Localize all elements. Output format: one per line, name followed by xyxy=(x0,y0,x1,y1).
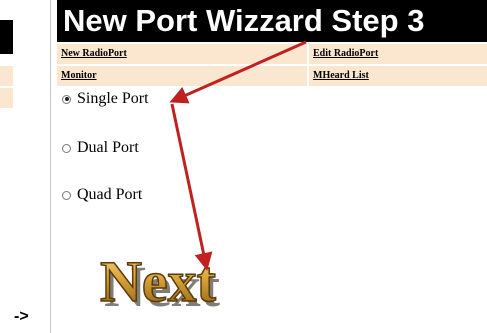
option-dual-port[interactable]: Dual Port xyxy=(62,139,139,157)
radio-single-port[interactable] xyxy=(62,94,71,104)
option-quad-port[interactable]: Quad Port xyxy=(62,186,142,204)
menu-cell: Edit RadioPort xyxy=(309,44,487,64)
frame-divider xyxy=(50,0,51,333)
nav-menu: New RadioPort Edit RadioPort Monitor MHe… xyxy=(57,44,487,88)
radio-dual-port[interactable] xyxy=(62,143,71,153)
menu-row: New RadioPort Edit RadioPort xyxy=(57,44,487,64)
monitor-link[interactable]: Monitor xyxy=(61,70,97,81)
sidebar-fragment xyxy=(0,20,13,54)
option-label: Dual Port xyxy=(77,139,139,156)
sidebar-menu-fragment xyxy=(0,66,13,86)
annotation-arrow xyxy=(170,103,213,271)
page-title: New Port Wizzard Step 3 xyxy=(57,0,487,42)
edit-radioport-link[interactable]: Edit RadioPort xyxy=(313,48,378,59)
option-single-port[interactable]: Single Port xyxy=(62,90,149,108)
next-button-label: Next xyxy=(100,249,217,314)
mheard-list-link[interactable]: MHeard List xyxy=(313,70,369,81)
next-button[interactable]: Next Next xyxy=(62,246,254,318)
current-page-indicator: -> xyxy=(14,308,29,325)
new-radioport-link[interactable]: New RadioPort xyxy=(61,48,127,59)
menu-cell: New RadioPort xyxy=(57,44,307,64)
option-label: Single Port xyxy=(77,90,149,107)
option-label: Quad Port xyxy=(77,186,143,203)
sidebar-menu-fragment xyxy=(0,88,13,108)
radio-quad-port[interactable] xyxy=(62,190,71,200)
menu-row: Monitor MHeard List xyxy=(57,66,487,86)
menu-cell: MHeard List xyxy=(309,66,487,86)
menu-cell: Monitor xyxy=(57,66,307,86)
